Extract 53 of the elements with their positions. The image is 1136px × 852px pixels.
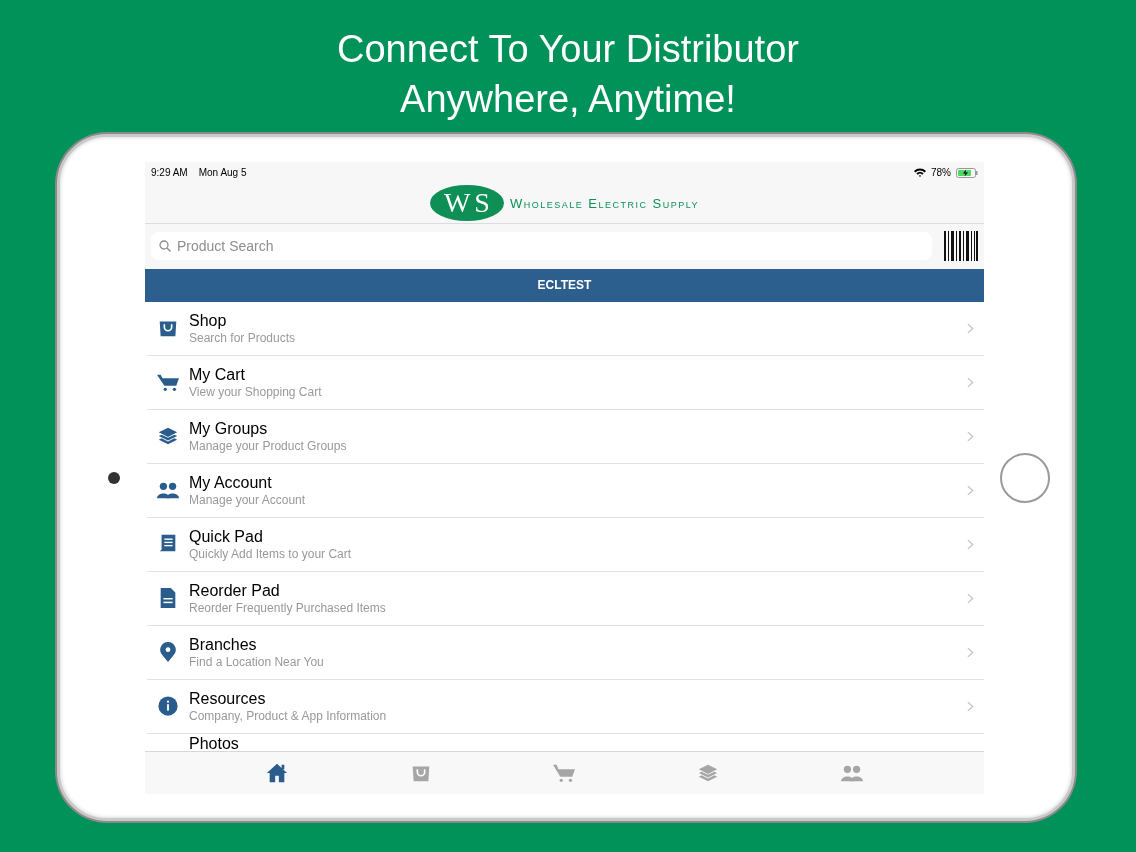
menu-item[interactable]: Quick Pad Quickly Add Items to your Cart [147, 517, 984, 572]
menu-item[interactable]: Resources Company, Product & App Information [147, 679, 984, 734]
home-icon [265, 761, 288, 784]
company-name: Wholesale Electric Supply [509, 195, 700, 211]
menu-item-title: Shop [189, 310, 228, 330]
menu-item-title: Reorder Pad [189, 580, 281, 600]
chevron-icon [967, 646, 974, 658]
menu-item-title: My Cart [189, 364, 246, 384]
chevron-icon [967, 430, 974, 442]
menu-item[interactable]: Reorder Pad Reorder Frequently Purchased Items [147, 571, 984, 626]
barcode-scanner-button[interactable] [944, 231, 978, 261]
menu-item-title: My Groups [189, 418, 269, 438]
menu-item-subtitle: Manage your Product Groups [189, 437, 348, 454]
menu-item-subtitle: View your Shopping Cart [189, 383, 323, 400]
menu-item[interactable]: Branches Find a Location Near You [147, 625, 984, 680]
battery-percent: 78% [931, 167, 951, 178]
layers-icon [157, 425, 179, 447]
logo-mark: WS [429, 185, 504, 221]
menu-item[interactable]: My Account Manage your Account [147, 463, 984, 518]
menu-item-subtitle: Reorder Frequently Purchased Items [189, 599, 387, 616]
menu-item[interactable]: My Groups Manage your Product Groups [147, 409, 984, 464]
chevron-icon [967, 376, 974, 388]
chevron-icon [967, 538, 974, 550]
menu-item-title: Quick Pad [189, 526, 264, 546]
menu-item-title: Branches [189, 634, 258, 654]
chevron-icon [967, 592, 974, 604]
chevron-icon [967, 322, 974, 334]
headline: Connect To Your Distributor [337, 27, 799, 72]
chevron-icon [967, 700, 974, 712]
menu-item-title: My Account [189, 472, 273, 492]
menu-item[interactable]: Shop Search for Products [147, 301, 984, 356]
menu-item-subtitle: Search for Products [189, 329, 297, 346]
status-date: Mon Aug 5 [198, 167, 247, 178]
menu-item[interactable]: Photos [147, 733, 984, 751]
camera-icon [108, 471, 120, 484]
menu-item-title: Photos [189, 733, 240, 751]
menu-item-subtitle: Quickly Add Items to your Cart [189, 545, 353, 562]
search-icon [159, 240, 171, 252]
menu-item-title: Resources [189, 688, 267, 708]
home-button[interactable] [1000, 452, 1050, 503]
wifi-icon [914, 168, 926, 177]
battery-icon [956, 167, 978, 178]
menu-item-subtitle: Find a Location Near You [189, 653, 325, 670]
status-time: 9:29 AM [151, 167, 188, 178]
map-pin-icon [157, 641, 179, 663]
menu-item-subtitle: Manage your Account [189, 491, 307, 508]
search-field[interactable]: Product Search [151, 232, 932, 260]
menu-item-subtitle: Company, Product & App Information [189, 707, 388, 724]
account-banner: ECLTEST [145, 268, 984, 302]
chevron-icon [967, 484, 974, 496]
headline: Anywhere, Anytime! [400, 77, 736, 122]
menu-item[interactable]: My Cart View your Shopping Cart [147, 355, 984, 410]
info-icon [157, 695, 179, 717]
